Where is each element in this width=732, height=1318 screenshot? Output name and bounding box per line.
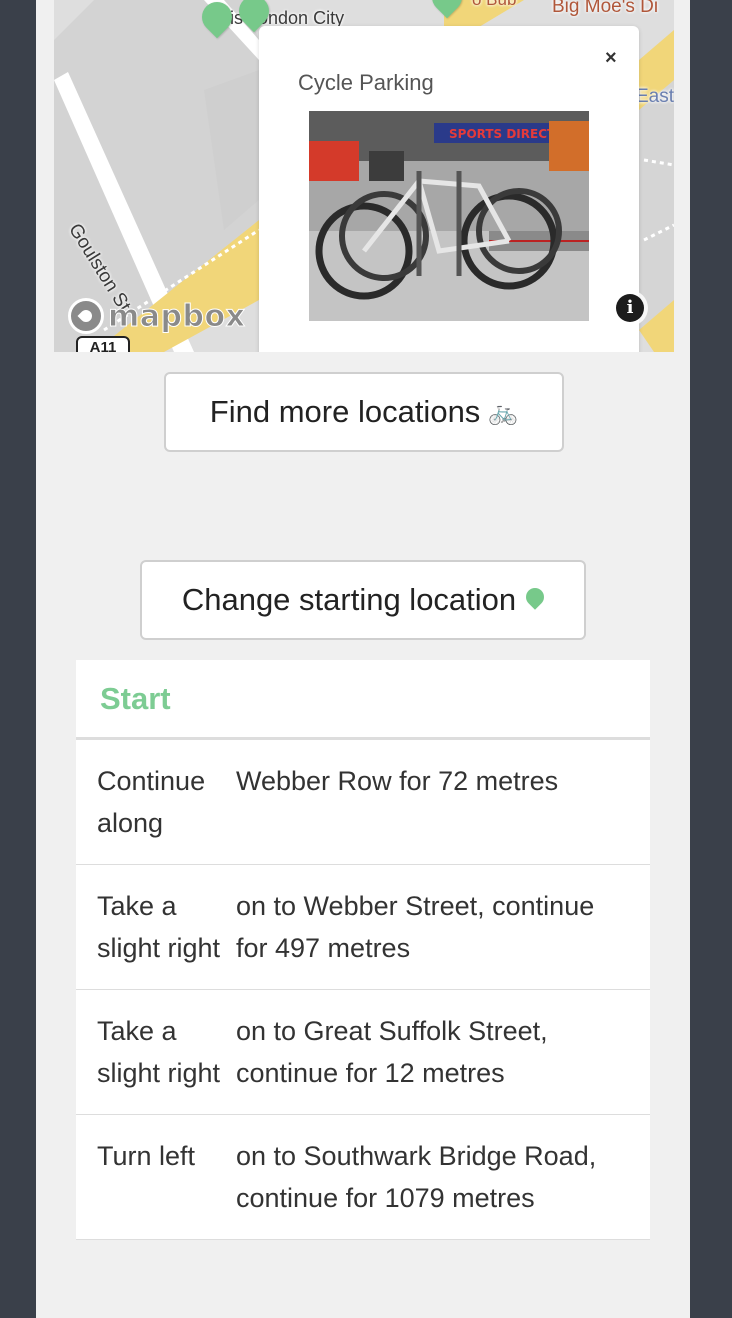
road-shield: A11 <box>76 336 130 352</box>
mapbox-logo[interactable]: mapbox <box>68 296 245 336</box>
page: Goulston St is London City o Bub Big Moe… <box>36 0 690 1318</box>
change-starting-location-label: Change starting location <box>181 582 517 617</box>
popup-close-button[interactable]: × <box>605 48 617 68</box>
street-label-bub: o Bub <box>472 0 516 10</box>
popup-title: Cycle Parking <box>298 70 434 95</box>
mapbox-logo-icon <box>68 298 104 334</box>
table-row: Take a slight right on to Great Suffolk … <box>76 990 650 1115</box>
step-action: Continue along <box>97 766 206 838</box>
table-row: Turn left on to Southwark Bridge Road, c… <box>76 1115 650 1240</box>
step-detail: on to Great Suffolk Street, continue for… <box>236 1016 548 1088</box>
find-more-locations-button[interactable]: Find more locations 🚲 <box>164 372 564 452</box>
map-popup: Cycle Parking × SPORTS DIRECT <box>259 26 639 352</box>
info-icon[interactable]: i <box>616 294 644 322</box>
directions-header: Start <box>76 660 650 740</box>
step-action: Turn left <box>97 1141 196 1171</box>
photo-sign-text: SPORTS DIRECT <box>449 127 556 141</box>
find-more-locations-label: Find more locations <box>209 394 481 429</box>
step-detail: on to Webber Street, continue for 497 me… <box>236 891 595 963</box>
location-pin-icon <box>522 584 548 610</box>
map[interactable]: Goulston St is London City o Bub Big Moe… <box>54 0 674 352</box>
change-starting-location-button[interactable]: Change starting location <box>140 560 586 640</box>
bicycle-icon: 🚲 <box>488 398 519 426</box>
street-label-east: East <box>636 86 674 107</box>
table-row: Take a slight right on to Webber Street,… <box>76 865 650 990</box>
step-detail: on to Southwark Bridge Road, continue fo… <box>236 1141 597 1213</box>
mapbox-logo-text: mapbox <box>107 298 246 334</box>
step-action: Take a slight right <box>97 891 221 963</box>
step-detail: Webber Row for 72 metres <box>236 766 559 796</box>
table-row: Continue along Webber Row for 72 metres <box>76 740 650 865</box>
step-action: Take a slight right <box>97 1016 221 1088</box>
directions-table: Start Continue along Webber Row for 72 m… <box>76 660 650 1240</box>
street-label-big-moes: Big Moe's Di <box>552 0 659 17</box>
cycle-parking-photo: SPORTS DIRECT <box>309 111 589 321</box>
